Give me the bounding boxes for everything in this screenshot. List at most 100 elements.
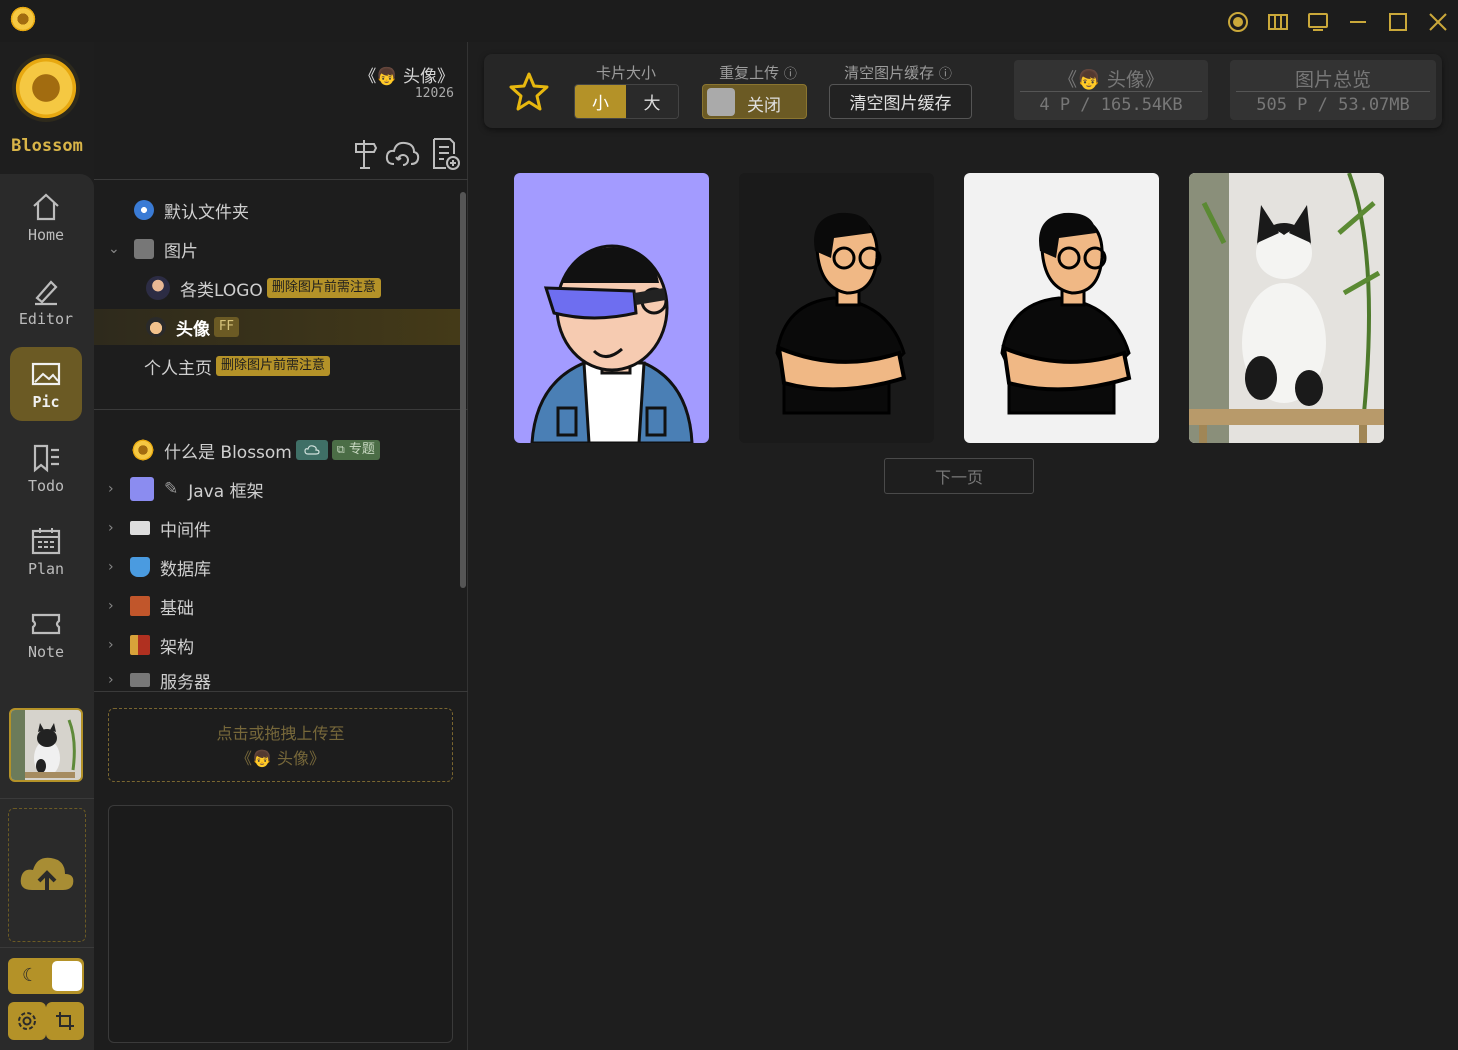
pic-toolbar: 卡片大小 小 大 重复上传 ⓘ 关闭 清空图片缓存 ⓘ 清空图片缓存 《👦 头像… xyxy=(484,54,1442,128)
repeat-upload-switch[interactable]: 关闭 xyxy=(702,84,807,119)
avatar-icon xyxy=(146,276,170,300)
folder-tree-panel: 《👦 头像》 12026 默认文件夹 ⌄ 图片 各类LOGO 删除图片前需注意 … xyxy=(94,42,468,1050)
image-card-cartoon-man-light[interactable] xyxy=(964,173,1159,443)
upload-log-panel xyxy=(108,805,453,1043)
tree-item-database[interactable]: › 数据库 xyxy=(94,549,460,585)
clear-cache-label: 清空图片缓存 ⓘ xyxy=(844,64,952,82)
chevron-right-icon[interactable]: › xyxy=(108,481,124,497)
overview-title: 图片总览 xyxy=(1294,69,1371,91)
quick-upload-button[interactable] xyxy=(8,808,86,942)
chevron-right-icon[interactable]: › xyxy=(108,672,124,688)
avatar-icon xyxy=(130,477,154,501)
folder-stats-value: 4 P / 165.54KB xyxy=(1039,95,1183,115)
image-card-cat-photo[interactable] xyxy=(1189,173,1384,443)
tree-item-pictures[interactable]: ⌄ 图片 xyxy=(94,231,460,267)
cloud-icon xyxy=(304,445,320,455)
star-icon[interactable] xyxy=(508,70,550,112)
folder-stats-box: 《👦 头像》 4 P / 165.54KB xyxy=(1014,60,1208,120)
tree-item-default-folder[interactable]: 默认文件夹 xyxy=(94,192,460,228)
signpost-icon[interactable] xyxy=(350,136,380,170)
tree-item-label: 头像 xyxy=(176,319,210,340)
minimize-icon[interactable] xyxy=(1346,10,1370,34)
switch-knob xyxy=(707,88,735,116)
tree-item-logos[interactable]: 各类LOGO 删除图片前需注意 xyxy=(94,270,460,306)
tree-item-label: 图片 xyxy=(164,241,198,262)
image-icon xyxy=(31,362,61,386)
clear-cache-button[interactable]: 清空图片缓存 xyxy=(829,84,972,119)
next-page-button[interactable]: 下一页 xyxy=(884,458,1034,494)
chevron-right-icon[interactable]: › xyxy=(108,598,124,614)
close-icon[interactable] xyxy=(1426,10,1450,34)
avatar-icon xyxy=(146,317,166,337)
flower-icon xyxy=(132,439,154,461)
tree-item-label: 中间件 xyxy=(160,520,211,541)
desktop-icon xyxy=(130,673,150,687)
camera-icon xyxy=(134,239,154,259)
tree-item-label: 默认文件夹 xyxy=(164,202,249,223)
tree-item-avatar[interactable]: 头像 FF xyxy=(94,309,460,345)
switch-state: 关闭 xyxy=(747,96,781,116)
tree-item-architecture[interactable]: › 架构 xyxy=(94,627,460,663)
size-large-button[interactable]: 大 xyxy=(626,85,678,118)
feather-icon: ✎ xyxy=(164,479,179,499)
warning-badge: 删除图片前需注意 xyxy=(266,278,381,298)
moon-icon: ☾ xyxy=(22,965,39,986)
app-logo xyxy=(12,54,80,122)
nav-editor[interactable]: Editor xyxy=(10,264,82,338)
maximize-icon[interactable] xyxy=(1386,10,1410,34)
cloud-badge xyxy=(295,440,328,460)
nav-pic[interactable]: Pic xyxy=(10,347,82,421)
overview-stats-value: 505 P / 53.07MB xyxy=(1256,95,1410,115)
nav-pic-label: Pic xyxy=(32,393,60,411)
repeat-upload-label: 重复上传 ⓘ xyxy=(719,64,797,82)
tree-item-label: 数据库 xyxy=(160,559,211,580)
chevron-right-icon[interactable]: › xyxy=(108,520,124,536)
record-icon[interactable] xyxy=(1226,10,1250,34)
info-icon[interactable]: ⓘ xyxy=(784,67,797,82)
settings-button[interactable] xyxy=(8,1002,46,1040)
tree-item-server[interactable]: › 服务器 xyxy=(94,666,460,694)
cloud-upload-icon xyxy=(20,857,74,892)
tree-item-label: 什么是 Blossom xyxy=(164,442,292,463)
tree-item-label: 服务器 xyxy=(160,672,211,693)
upload-dropzone[interactable]: 点击或拖拽上传至 《👦 头像》 xyxy=(108,708,453,782)
crop-button[interactable] xyxy=(46,1002,84,1040)
tree-item-middleware[interactable]: › 中间件 xyxy=(94,510,460,546)
tree-item-label: 各类LOGO xyxy=(180,280,263,301)
toggle-knob xyxy=(52,961,82,991)
upload-target: 《👦 头像》 xyxy=(235,749,325,768)
nav-note[interactable]: Note xyxy=(10,597,82,671)
tree-scrollbar[interactable] xyxy=(460,192,466,588)
size-small-button[interactable]: 小 xyxy=(575,85,627,118)
tree-item-what-is-blossom[interactable]: 什么是 Blossom ⧉ 专题 xyxy=(94,432,460,468)
chevron-right-icon[interactable]: › xyxy=(108,637,124,653)
nav-todo[interactable]: Todo xyxy=(10,431,82,505)
monitor-icon[interactable] xyxy=(1306,10,1330,34)
theme-toggle[interactable]: ☾ xyxy=(8,958,84,994)
image-card-vr-avatar[interactable] xyxy=(514,173,709,443)
crane-icon xyxy=(130,635,150,655)
topic-badge: ⧉ 专题 xyxy=(331,440,380,460)
chevron-down-icon[interactable]: ⌄ xyxy=(108,241,124,257)
book-icon[interactable] xyxy=(1266,10,1290,34)
bookmark-icon xyxy=(33,444,59,473)
tree-item-java[interactable]: › ✎ Java 框架 xyxy=(94,471,460,507)
folder-header-title: 《👦 头像》 xyxy=(359,67,454,87)
info-icon[interactable]: ⓘ xyxy=(939,67,952,82)
image-card-cartoon-man-dark[interactable] xyxy=(739,173,934,443)
tree-item-label: Java 框架 xyxy=(188,481,264,502)
chevron-right-icon[interactable]: › xyxy=(108,559,124,575)
cloud-sync-icon[interactable] xyxy=(384,138,420,170)
tree-item-label: 架构 xyxy=(160,637,194,658)
nav-plan[interactable]: Plan xyxy=(10,514,82,588)
add-document-icon[interactable] xyxy=(430,136,462,172)
tree-item-homepage[interactable]: 个人主页 删除图片前需注意 xyxy=(94,348,460,384)
tree-item-basics[interactable]: › 基础 xyxy=(94,588,460,624)
nav-home[interactable]: Home xyxy=(10,180,82,254)
blue-circle-icon xyxy=(134,200,154,220)
card-size-toggle: 小 大 xyxy=(574,84,679,119)
warning-badge: 删除图片前需注意 xyxy=(216,356,331,376)
user-avatar[interactable] xyxy=(9,708,83,782)
card-size-label: 卡片大小 xyxy=(595,64,656,82)
overview-stats-box: 图片总览 505 P / 53.07MB xyxy=(1230,60,1436,120)
